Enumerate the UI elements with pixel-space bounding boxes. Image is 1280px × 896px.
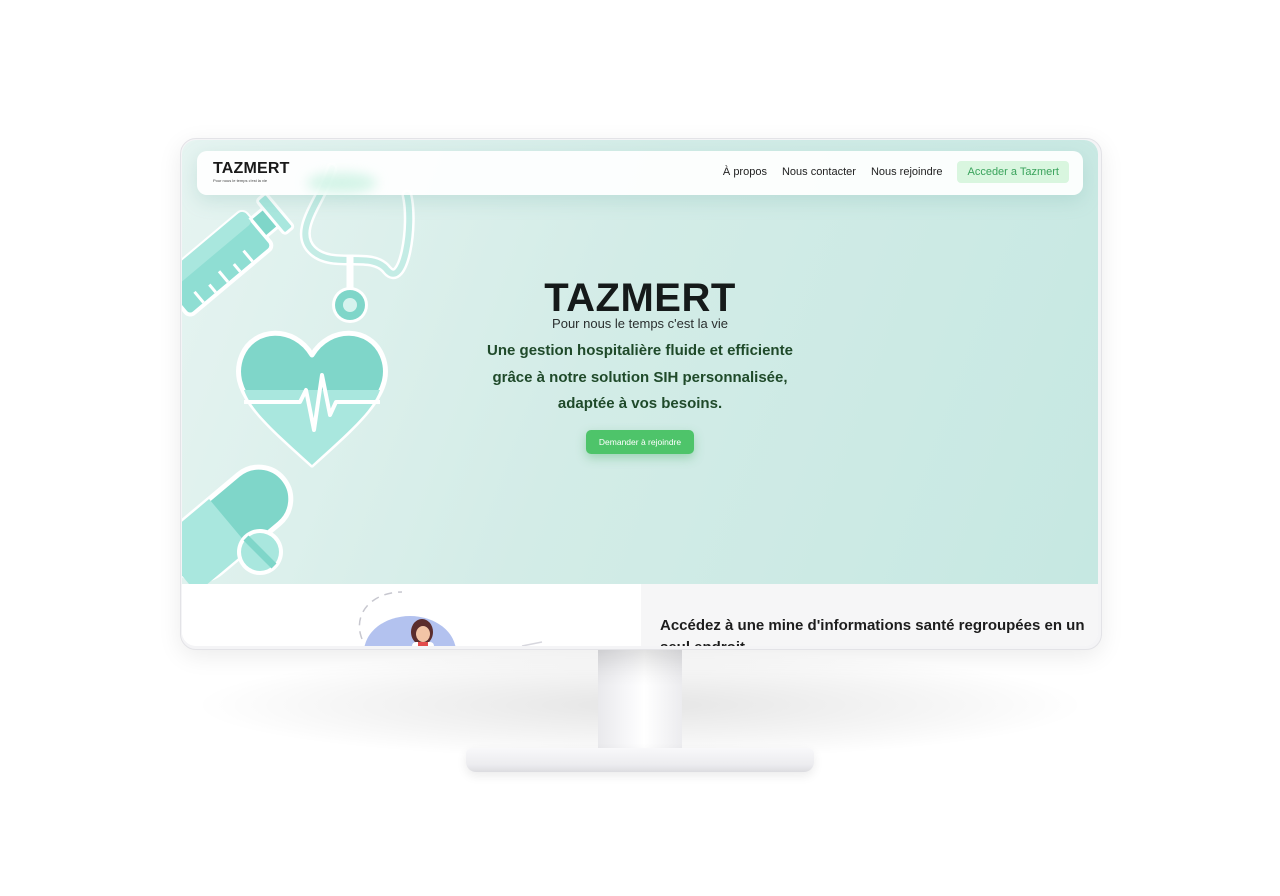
- monitor-stand-base: [466, 748, 814, 772]
- hero-section: TAZMERT Pour nous le temps c'est la vie …: [182, 140, 1098, 584]
- nav-link-join[interactable]: Nous rejoindre: [871, 166, 943, 178]
- brand-tagline: Pour nous le temps c'est la vie: [213, 178, 268, 183]
- info-illustration-panel: [182, 584, 641, 646]
- monitor-frame: TAZMERT Pour nous le temps c'est la vie …: [180, 138, 1102, 650]
- nav-link-about[interactable]: À propos: [723, 166, 767, 178]
- nav-link-contact[interactable]: Nous contacter: [782, 166, 856, 178]
- doctor-illustration: [358, 591, 543, 646]
- hero-title: TAZMERT: [544, 276, 736, 320]
- access-tazmert-button[interactable]: Acceder a Tazmert: [957, 161, 1069, 183]
- monitor-stand-shade: [598, 646, 682, 686]
- device-mockup: TAZMERT Pour nous le temps c'est la vie …: [0, 0, 1280, 896]
- hero-content: TAZMERT Pour nous le temps c'est la vie …: [182, 278, 1098, 454]
- hero-subtitle: Pour nous le temps c'est la vie: [552, 316, 728, 331]
- info-text-panel: Accédez à une mine d'informations santé …: [641, 584, 1098, 646]
- hero-description-line: adaptée à vos besoins.: [557, 395, 723, 412]
- hero-description: Une gestion hospitalière fluide et effic…: [182, 338, 1098, 418]
- brand-logo[interactable]: TAZMERT Pour nous le temps c'est la vie: [213, 160, 290, 184]
- hero-description-line: grâce à notre solution SIH personnalisée…: [492, 368, 788, 386]
- brand-name: TAZMERT: [213, 160, 290, 177]
- nav-links: À propos Nous contacter Nous rejoindre A…: [723, 161, 1069, 183]
- monitor-screen: TAZMERT Pour nous le temps c'est la vie …: [182, 140, 1098, 646]
- hero-description-line: Une gestion hospitalière fluide et effic…: [487, 342, 793, 359]
- navbar-glow: [307, 173, 377, 193]
- top-navbar: TAZMERT Pour nous le temps c'est la vie …: [197, 151, 1083, 195]
- section-heading: Accédez à une mine d'informations santé …: [660, 617, 1085, 646]
- tablet-pill-icon: [237, 529, 283, 575]
- request-join-button[interactable]: Demander à rejoindre: [585, 429, 695, 454]
- info-section: Accédez à une mine d'informations santé …: [182, 584, 1098, 646]
